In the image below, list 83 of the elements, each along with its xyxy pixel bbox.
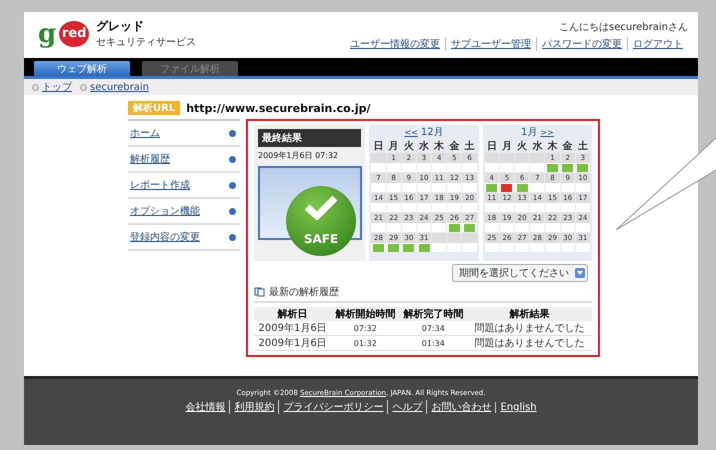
weekday-label: 日 <box>372 140 384 152</box>
weekday-label: 金 <box>448 140 460 152</box>
result-marker[interactable] <box>547 164 558 172</box>
sidebar-link[interactable]: オプション機能 <box>130 204 200 218</box>
result-marker[interactable] <box>448 224 460 232</box>
result-marker[interactable] <box>486 184 498 192</box>
bullet-icon <box>229 156 236 162</box>
logo[interactable]: g red <box>38 20 90 46</box>
table-cell: 01:34 <box>399 336 468 350</box>
footer-link[interactable]: お問い合わせ <box>426 400 496 414</box>
column-header: 解析日 <box>254 307 332 321</box>
bullet-icon <box>229 182 236 188</box>
brand-tagline: セキュリティサービス <box>96 36 196 49</box>
result-marker[interactable] <box>562 164 574 172</box>
result-marker[interactable] <box>418 244 430 252</box>
weekday-label: 火 <box>516 140 528 152</box>
weekday-label: 月 <box>500 140 513 152</box>
logo-letter: g <box>38 20 56 46</box>
result-marker[interactable] <box>577 164 588 172</box>
bullet-icon <box>32 84 39 90</box>
url-label: 解析URL <box>128 101 180 115</box>
sidebar-link[interactable]: ホーム <box>130 126 160 140</box>
weekday-label: 火 <box>402 140 415 152</box>
greeting-text: こんにちはsecurebrainさん <box>559 21 688 34</box>
month-title: 12月 <box>420 126 444 139</box>
column-header: 解析結果 <box>467 307 592 321</box>
result-marker[interactable] <box>372 244 384 252</box>
nav-tab[interactable]: ウェブ解析 <box>34 61 130 76</box>
weekday-label: 木 <box>546 140 559 152</box>
header-link[interactable]: ログアウト <box>627 37 688 51</box>
header-link[interactable]: サブユーザー管理 <box>445 37 536 51</box>
column-header: 解析開始時間 <box>331 307 400 321</box>
footer-link[interactable]: 利用規約 <box>229 400 278 414</box>
brand-name: グレッド <box>96 18 146 35</box>
header-link[interactable]: ユーザー情報の変更 <box>345 37 445 51</box>
result-marker[interactable] <box>501 184 512 192</box>
weekday-label: 水 <box>418 140 430 152</box>
weekday-label: 水 <box>531 140 544 152</box>
result-marker[interactable] <box>516 184 528 192</box>
previous-month-link[interactable]: << <box>404 128 418 136</box>
table-cell: 01:32 <box>331 336 400 350</box>
bullet-icon <box>80 84 87 90</box>
logo-mark: red <box>59 20 90 46</box>
bullet-icon <box>229 130 236 136</box>
weekday-label: 月 <box>388 140 400 152</box>
check-icon <box>304 194 338 220</box>
footer-link[interactable]: English <box>495 402 541 412</box>
table-cell: 問題はありませんでした <box>467 336 592 350</box>
column-header: 解析完了時間 <box>399 307 468 321</box>
footer-link[interactable]: 会社情報 <box>181 400 230 414</box>
period-select[interactable]: 期間を選択してください <box>452 264 588 282</box>
bullet-icon <box>229 208 236 214</box>
section-title: 最新の解析履歴 <box>269 286 339 299</box>
result-marker[interactable] <box>464 224 476 232</box>
sidebar-link[interactable]: 登録内容の変更 <box>130 230 200 244</box>
result-timestamp: 2009年1月6日 07:32 <box>258 150 340 161</box>
breadcrumb-link[interactable]: トップ <box>42 80 72 94</box>
footer-link[interactable]: プライバシーポリシー <box>278 400 388 414</box>
documents-icon <box>254 287 265 297</box>
table-cell: 07:34 <box>399 321 468 336</box>
header-link[interactable]: パスワードの変更 <box>536 37 627 51</box>
weekday-label: 土 <box>464 140 476 152</box>
result-title: 最終結果 <box>258 129 362 147</box>
next-month-link[interactable]: >> <box>540 128 554 136</box>
verdict-text: SAFE <box>304 232 338 246</box>
weekday-label: 木 <box>433 140 446 152</box>
table-cell: 2009年1月6日 <box>254 321 332 336</box>
footer-link[interactable]: ヘルプ <box>387 400 426 414</box>
weekday-label: 土 <box>576 140 589 152</box>
sidebar-link[interactable]: レポート作成 <box>130 178 190 192</box>
result-marker[interactable] <box>388 244 400 252</box>
result-marker[interactable] <box>403 244 414 252</box>
bullet-icon <box>229 234 236 240</box>
sidebar-link[interactable]: 解析履歴 <box>130 152 170 166</box>
weekday-label: 日 <box>486 140 498 152</box>
weekday-label: 金 <box>562 140 574 152</box>
table-cell: 07:32 <box>331 321 400 336</box>
table-cell: 2009年1月6日 <box>254 336 332 350</box>
analyzed-url: http://www.securebrain.co.jp/ <box>186 102 370 114</box>
breadcrumb-link[interactable]: securebrain <box>90 82 149 92</box>
caret-icon <box>577 270 583 276</box>
table-cell: 問題はありませんでした <box>467 321 592 336</box>
month-title: 1月 <box>520 126 538 139</box>
